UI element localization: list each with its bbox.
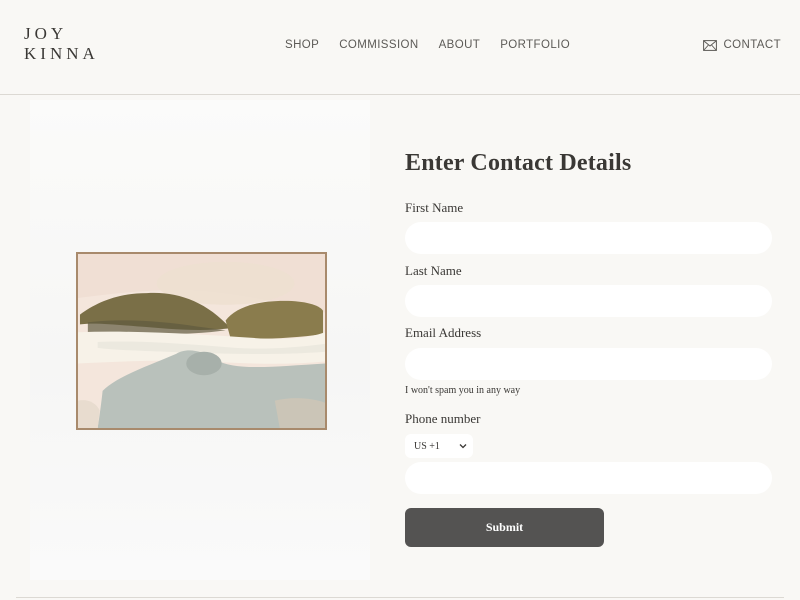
country-code-select[interactable]: US +1: [405, 434, 473, 458]
email-hint: I won't spam you in any way: [405, 385, 521, 396]
first-name-field[interactable]: [405, 222, 772, 254]
logo-line-1: JOY: [24, 24, 68, 43]
first-name-label: First Name: [405, 200, 464, 215]
chevron-down-icon: [459, 441, 467, 452]
abstract-painting-icon: [78, 254, 325, 428]
contact-label: CONTACT: [723, 39, 781, 51]
main-nav: SHOP COMMISSION ABOUT PORTFOLIO: [285, 39, 570, 51]
footer-divider: [16, 597, 784, 598]
last-name-label: Last Name: [405, 263, 462, 278]
nav-shop[interactable]: SHOP: [285, 39, 319, 51]
contact-form: Enter Contact Details First Name Last Na…: [405, 150, 772, 547]
framed-painting: [76, 252, 327, 430]
phone-label: Phone number: [405, 411, 481, 426]
email-field[interactable]: [405, 348, 772, 380]
logo-line-2: KINNA: [24, 44, 99, 63]
phone-field[interactable]: [405, 462, 772, 494]
nav-contact[interactable]: CONTACT: [703, 39, 781, 51]
logo[interactable]: JOY KINNA: [24, 24, 99, 64]
nav-commission[interactable]: COMMISSION: [339, 39, 418, 51]
site-header: JOY KINNA SHOP COMMISSION ABOUT PORTFOLI…: [0, 0, 800, 95]
country-code-value: US +1: [414, 440, 440, 452]
submit-button[interactable]: Submit: [405, 508, 604, 547]
artwork-image: [30, 100, 370, 580]
last-name-field[interactable]: [405, 285, 772, 317]
form-title: Enter Contact Details: [405, 150, 632, 176]
nav-portfolio[interactable]: PORTFOLIO: [500, 39, 570, 51]
email-label: Email Address: [405, 325, 482, 340]
envelope-icon: [703, 39, 718, 51]
nav-about[interactable]: ABOUT: [439, 39, 481, 51]
